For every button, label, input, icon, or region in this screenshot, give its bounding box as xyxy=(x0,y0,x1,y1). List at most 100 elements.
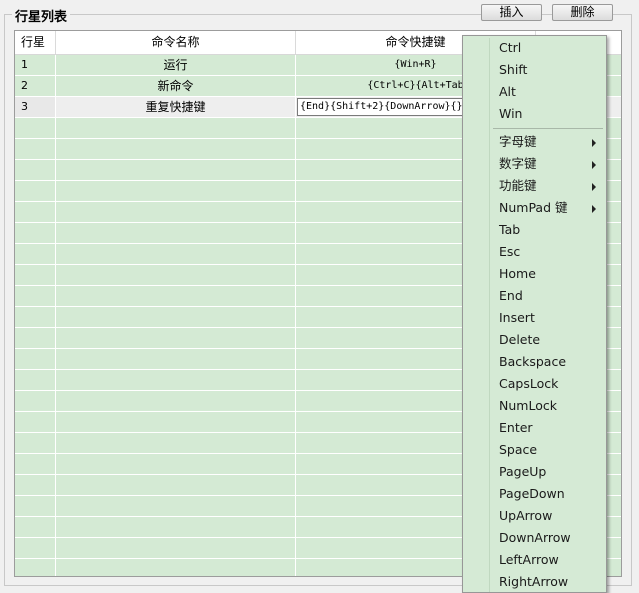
menu-item[interactable]: Space xyxy=(465,439,604,461)
command-name-cell[interactable] xyxy=(56,496,296,516)
row-number-cell xyxy=(15,118,56,138)
menu-item-label: Insert xyxy=(499,310,535,325)
menu-item[interactable]: Backspace xyxy=(465,351,604,373)
menu-item-label: Alt xyxy=(499,84,516,99)
command-name-cell[interactable] xyxy=(56,223,296,243)
menu-item-label: Backspace xyxy=(499,354,567,369)
menu-item[interactable]: NumPad 键 xyxy=(465,197,604,219)
menu-item-label: NumLock xyxy=(499,398,557,413)
row-number-cell xyxy=(15,475,56,495)
menu-item[interactable]: 功能键 xyxy=(465,175,604,197)
command-name-cell[interactable]: 新命令 xyxy=(56,76,296,96)
command-name-cell[interactable] xyxy=(56,391,296,411)
command-name-cell[interactable] xyxy=(56,454,296,474)
menu-item-label: Space xyxy=(499,442,538,457)
row-number-cell xyxy=(15,370,56,390)
command-name-cell[interactable] xyxy=(56,475,296,495)
insert-button[interactable]: 插入 xyxy=(481,4,542,21)
menu-item-label: PageDown xyxy=(499,486,565,501)
menu-item-label: Esc xyxy=(499,244,521,259)
column-header-row-number[interactable]: 行星 xyxy=(15,31,56,54)
command-name-cell[interactable] xyxy=(56,181,296,201)
row-number-cell xyxy=(15,244,56,264)
command-name-cell[interactable] xyxy=(56,433,296,453)
menu-item[interactable]: UpArrow xyxy=(465,505,604,527)
menu-item[interactable]: Win xyxy=(465,103,604,125)
menu-item[interactable]: Insert xyxy=(465,307,604,329)
row-number-cell: 3 xyxy=(15,97,56,117)
group-title: 行星列表 xyxy=(12,6,71,25)
row-number-cell xyxy=(15,202,56,222)
menu-item[interactable]: Tab xyxy=(465,219,604,241)
command-name-cell[interactable] xyxy=(56,202,296,222)
menu-item[interactable]: DownArrow xyxy=(465,527,604,549)
row-number-cell xyxy=(15,454,56,474)
row-number-cell xyxy=(15,559,56,576)
menu-item-label: NumPad 键 xyxy=(499,200,568,215)
command-name-cell[interactable] xyxy=(56,559,296,576)
menu-item-label: 数字键 xyxy=(499,156,537,171)
row-number-cell xyxy=(15,412,56,432)
row-number-cell xyxy=(15,391,56,411)
command-name-cell[interactable] xyxy=(56,244,296,264)
menu-item[interactable]: 数字键 xyxy=(465,153,604,175)
column-header-command-name[interactable]: 命令名称 xyxy=(56,31,296,54)
row-number-cell xyxy=(15,139,56,159)
submenu-arrow-icon xyxy=(592,139,596,147)
menu-item[interactable]: Home xyxy=(465,263,604,285)
menu-item[interactable]: Shift xyxy=(465,59,604,81)
command-name-cell[interactable] xyxy=(56,139,296,159)
menu-item-label: UpArrow xyxy=(499,508,553,523)
row-number-cell xyxy=(15,349,56,369)
command-name-cell[interactable] xyxy=(56,328,296,348)
submenu-arrow-icon xyxy=(592,161,596,169)
submenu-arrow-icon xyxy=(592,183,596,191)
menu-item[interactable]: PageUp xyxy=(465,461,604,483)
row-number-cell xyxy=(15,160,56,180)
command-name-cell[interactable] xyxy=(56,370,296,390)
menu-item-label: CapsLock xyxy=(499,376,559,391)
row-number-cell xyxy=(15,517,56,537)
menu-item[interactable]: CapsLock xyxy=(465,373,604,395)
shortcut-context-menu[interactable]: Ctrl Shift Alt Win 字母键数字键功能键 NumPad 键 Tab Esc Ho… xyxy=(462,35,607,593)
menu-item[interactable]: Esc xyxy=(465,241,604,263)
menu-item[interactable]: LeftArrow xyxy=(465,549,604,571)
command-name-cell[interactable] xyxy=(56,265,296,285)
menu-item[interactable]: PageDown xyxy=(465,483,604,505)
row-number-cell xyxy=(15,181,56,201)
row-number-cell: 1 xyxy=(15,55,56,75)
command-name-cell[interactable] xyxy=(56,349,296,369)
command-name-cell[interactable] xyxy=(56,118,296,138)
command-name-cell[interactable] xyxy=(56,307,296,327)
menu-separator xyxy=(493,128,603,129)
menu-item-label: Win xyxy=(499,106,523,121)
delete-button[interactable]: 删除 xyxy=(552,4,613,21)
menu-item[interactable]: RightArrow xyxy=(465,571,604,592)
menu-item-label: 字母键 xyxy=(499,134,537,149)
menu-item[interactable]: 字母键 xyxy=(465,131,604,153)
row-number-cell xyxy=(15,286,56,306)
row-number-cell xyxy=(15,328,56,348)
menu-item[interactable]: Delete xyxy=(465,329,604,351)
submenu-arrow-icon xyxy=(592,205,596,213)
command-name-cell[interactable]: 运行 xyxy=(56,55,296,75)
menu-item-label: Enter xyxy=(499,420,533,435)
row-number-cell xyxy=(15,538,56,558)
menu-item-label: End xyxy=(499,288,523,303)
menu-item[interactable]: Ctrl xyxy=(465,37,604,59)
menu-item-label: 功能键 xyxy=(499,178,537,193)
menu-item-label: Tab xyxy=(499,222,521,237)
row-number-cell xyxy=(15,496,56,516)
command-name-cell[interactable] xyxy=(56,538,296,558)
command-name-cell[interactable] xyxy=(56,160,296,180)
menu-item[interactable]: Alt xyxy=(465,81,604,103)
command-name-cell[interactable] xyxy=(56,517,296,537)
menu-item[interactable]: NumLock xyxy=(465,395,604,417)
menu-item[interactable]: End xyxy=(465,285,604,307)
menu-item-label: DownArrow xyxy=(499,530,571,545)
menu-item-label: PageUp xyxy=(499,464,547,479)
command-name-cell[interactable]: 重复快捷键 xyxy=(56,97,296,117)
menu-item[interactable]: Enter xyxy=(465,417,604,439)
command-name-cell[interactable] xyxy=(56,412,296,432)
command-name-cell[interactable] xyxy=(56,286,296,306)
